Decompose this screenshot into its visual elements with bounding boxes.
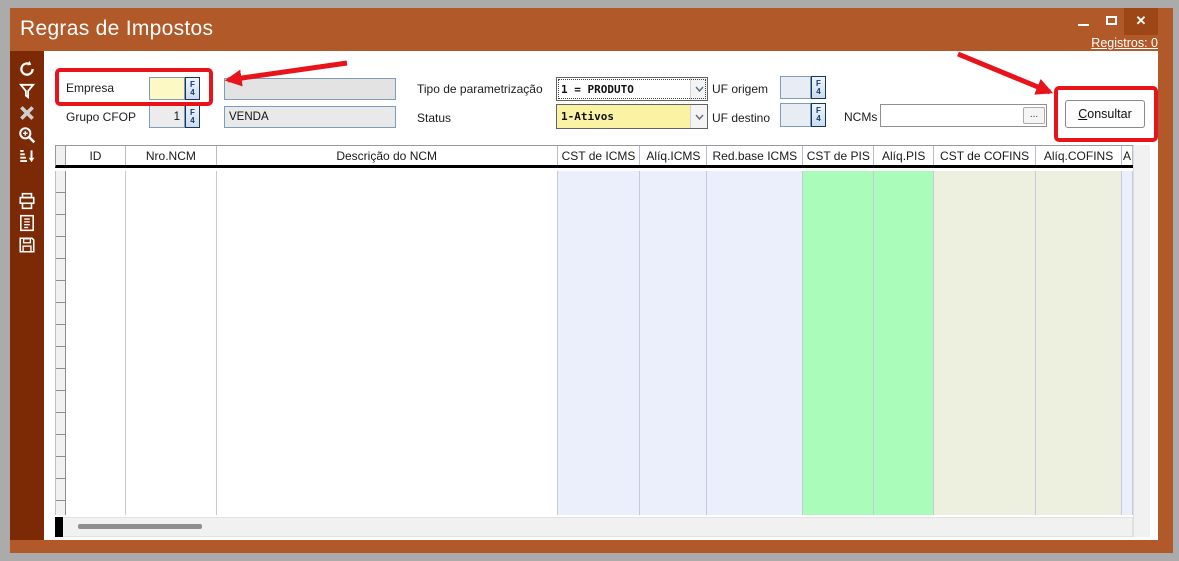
ncms-browse-button[interactable]: ...: [1023, 107, 1045, 124]
grid-column-nro-ncm: [126, 171, 217, 515]
grid-body[interactable]: [55, 171, 1133, 515]
uf-origem-label: UF origem: [712, 82, 768, 96]
column-header-id[interactable]: ID: [66, 146, 126, 165]
column-header-truncated[interactable]: A: [1122, 146, 1133, 165]
h-scrollbar-thumb[interactable]: [78, 524, 202, 529]
sidebar-button-save[interactable]: [18, 236, 36, 254]
grid-column-cst-pis: [803, 171, 874, 515]
uf-origem-f4-button[interactable]: F4: [811, 76, 826, 99]
sidebar-button-sort[interactable]: [18, 147, 36, 165]
close-button[interactable]: ✕: [1124, 8, 1158, 35]
ncms-input[interactable]: [880, 104, 1047, 127]
print-icon: [18, 192, 36, 210]
grupo-cfop-input[interactable]: [149, 105, 185, 128]
filter-icon: [18, 82, 36, 100]
column-header-aliq-cofins[interactable]: Alíq.COFINS: [1036, 146, 1122, 165]
grid-column-truncated: [1122, 171, 1133, 515]
consultar-button[interactable]: Consultar: [1065, 100, 1145, 128]
column-header-selector: [56, 146, 66, 165]
uf-origem-input[interactable]: [780, 76, 811, 99]
grid-column-aliq-icms: [640, 171, 707, 515]
grid-header-row: ID Nro.NCM Descrição do NCM CST de ICMS …: [55, 145, 1133, 168]
save-icon: [18, 236, 36, 254]
minimize-button[interactable]: [1072, 10, 1096, 32]
sidebar-button-report[interactable]: [18, 214, 36, 232]
grid-column-cst-icms: [558, 171, 641, 515]
chevron-down-icon: [690, 78, 707, 100]
status-label: Status: [417, 111, 451, 125]
ncms-label: NCMs: [844, 110, 877, 124]
uf-destino-input[interactable]: [780, 103, 811, 127]
report-icon: [18, 214, 36, 232]
grid-column-aliq-cofins: [1036, 171, 1122, 515]
uf-destino-f4-button[interactable]: F4: [811, 103, 826, 127]
row-selector-column: [56, 171, 66, 515]
empresa-label: Empresa: [66, 81, 114, 95]
sidebar-toolbar: [10, 51, 44, 540]
refresh-icon: [18, 60, 36, 78]
column-header-cst-cofins[interactable]: CST de COFINS: [934, 146, 1036, 165]
sidebar-button-zoom[interactable]: [18, 126, 36, 144]
column-header-cst-icms[interactable]: CST de ICMS: [558, 146, 641, 165]
column-header-red-base-icms[interactable]: Red.base ICMS: [707, 146, 803, 165]
empresa-description-field: [224, 78, 396, 100]
sidebar-button-print[interactable]: [18, 192, 36, 210]
column-header-nro-ncm[interactable]: Nro.NCM: [126, 146, 217, 165]
column-header-cst-pis[interactable]: CST de PIS: [803, 146, 874, 165]
status-select[interactable]: 1-Ativos: [556, 104, 708, 129]
close-icon: ✕: [1136, 13, 1147, 28]
grid-column-aliq-pis: [874, 171, 934, 515]
horizontal-scrollbar[interactable]: [55, 517, 1133, 537]
chevron-down-icon: [690, 105, 707, 128]
maximize-button[interactable]: [1100, 10, 1124, 32]
grid-column-id: [66, 171, 126, 515]
h-scrollbar-grip[interactable]: [55, 517, 63, 537]
grupo-cfop-label: Grupo CFOP: [66, 110, 136, 124]
sidebar-button-clear-filter[interactable]: [18, 104, 36, 122]
grid-column-cst-cofins: [934, 171, 1036, 515]
tipo-parametrizacao-select[interactable]: 1 = PRODUTO: [556, 77, 708, 101]
column-header-descricao-ncm[interactable]: Descrição do NCM: [217, 146, 558, 165]
grid-column-red-base-icms: [707, 171, 803, 515]
sidebar-button-refresh[interactable]: [18, 60, 36, 78]
zoom-icon: [18, 126, 36, 144]
vertical-scrollbar[interactable]: [1133, 145, 1150, 537]
uf-destino-label: UF destino: [712, 111, 770, 125]
grid-column-descricao-ncm: [217, 171, 558, 515]
grupo-cfop-description-field: VENDA: [224, 106, 396, 128]
empresa-f4-button[interactable]: F4: [185, 77, 200, 100]
grupo-cfop-f4-button[interactable]: F4: [185, 105, 200, 128]
registros-count-link[interactable]: Registros: 0: [1040, 36, 1158, 50]
maximize-icon: [1106, 16, 1117, 25]
window-title: Regras de Impostos: [20, 17, 213, 41]
column-header-aliq-icms[interactable]: Alíq.ICMS: [640, 146, 707, 165]
empresa-input[interactable]: [149, 77, 185, 100]
column-header-aliq-pis[interactable]: Alíq.PIS: [874, 146, 934, 165]
minimize-icon: [1078, 24, 1089, 26]
sidebar-button-filter[interactable]: [18, 82, 36, 100]
clear-filter-icon: [18, 104, 36, 122]
sort-icon: [18, 147, 36, 165]
tipo-parametrizacao-label: Tipo de parametrização: [417, 82, 543, 96]
